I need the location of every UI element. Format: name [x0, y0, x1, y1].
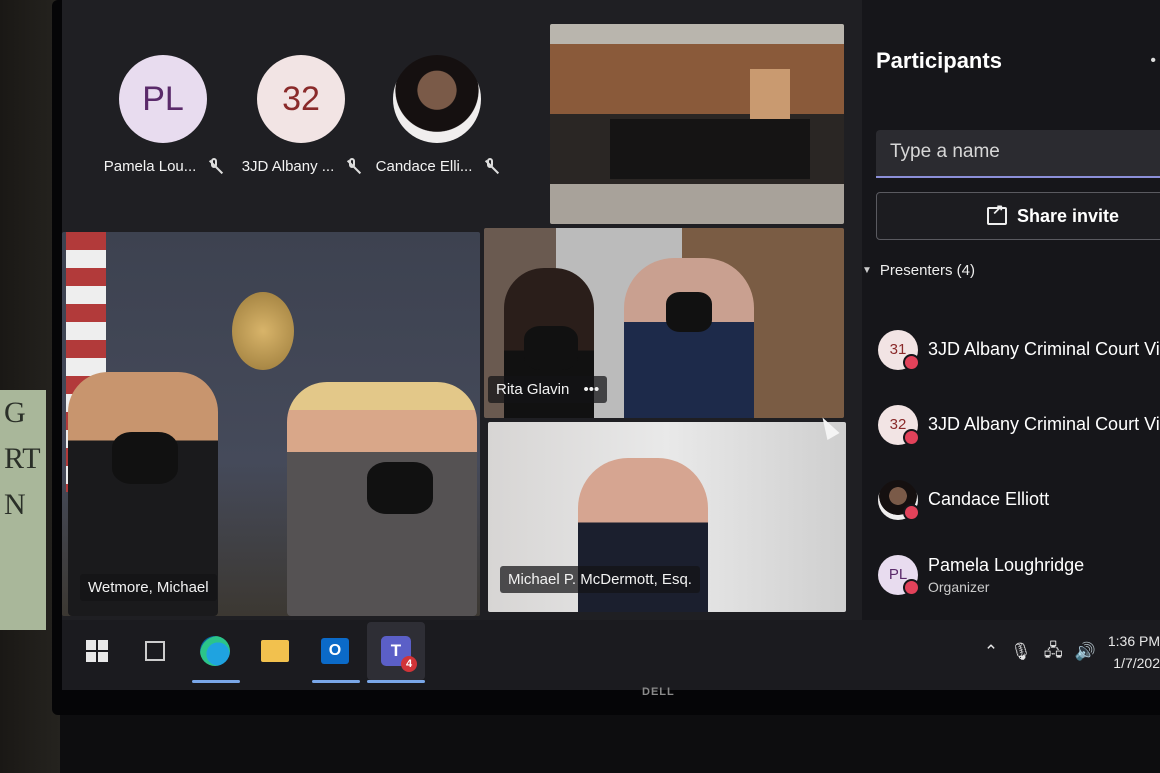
face-mask	[112, 432, 178, 484]
avatar-name: 3JD Albany ...	[241, 157, 335, 175]
mic-off-icon	[344, 157, 360, 175]
courtroom-bench	[610, 119, 810, 179]
mcdermott-video-tile[interactable]: Michael P. McDermott, Esq.	[488, 422, 846, 612]
mic-off-icon	[482, 157, 498, 175]
presenters-section-toggle[interactable]: ▼ Presenters (4)	[862, 262, 975, 279]
file-explorer-icon[interactable]	[260, 636, 290, 666]
status-dot	[903, 353, 920, 371]
participant-row[interactable]: Candace Elliott	[878, 462, 1160, 537]
clock[interactable]: 1:36 PM 1/7/202	[1108, 630, 1160, 674]
poster-letter: RT	[4, 442, 41, 475]
poster-letter: G	[4, 396, 26, 429]
system-tray: ⌃ 🎙 🖧 🔊 1:36 PM 1/7/202	[984, 630, 1160, 674]
face-mask	[524, 326, 578, 370]
search-field[interactable]	[876, 130, 1160, 178]
microphone-icon[interactable]: 🎙	[1010, 642, 1032, 662]
courtroom-door	[750, 69, 790, 124]
share-invite-button[interactable]: Share invite	[876, 192, 1160, 240]
participant-name: Pamela Loughridge	[928, 554, 1085, 575]
participant-row[interactable]: 32 3JD Albany Criminal Court Vi...	[878, 387, 1160, 462]
outlook-icon[interactable]: O	[320, 636, 350, 666]
participant-list: 31 3JD Albany Criminal Court Vi... 32 3J…	[878, 312, 1160, 612]
courtroom-video-tile[interactable]	[550, 24, 844, 224]
avatar-initials: 32	[889, 416, 907, 433]
participant-name: 3JD Albany Criminal Court Vi...	[928, 414, 1160, 434]
running-indicator	[312, 680, 360, 683]
participants-panel: Participants • Share invite ▼ Presenters…	[862, 0, 1160, 620]
teams-icon[interactable]: T 4	[367, 622, 425, 680]
participant-name: Rita Glavin	[496, 381, 570, 398]
avatar: 31	[878, 329, 920, 371]
office-video-tile[interactable]: Wetmore, Michael	[62, 232, 480, 616]
share-icon	[987, 201, 1007, 225]
poster-letter: N	[4, 488, 26, 521]
volume-icon[interactable]: 🔊	[1075, 642, 1096, 662]
running-indicator	[192, 680, 240, 683]
teams-letter: T	[390, 641, 402, 660]
avatar-name: Pamela Lou...	[103, 157, 197, 175]
caret-down-icon: ▼	[862, 265, 872, 276]
participant-man	[624, 258, 754, 418]
presenters-label: Presenters (4)	[879, 262, 975, 279]
face-mask	[367, 462, 433, 514]
avatar: PL	[878, 554, 920, 596]
avatar-tile-pamela[interactable]: PL Pamela Lou...	[98, 55, 228, 175]
outlook-letter: O	[321, 638, 349, 664]
rita-video-tile[interactable]: Rita Glavin •••	[484, 228, 844, 418]
windows-start-icon[interactable]	[82, 636, 112, 666]
wall-poster: G RT N	[0, 390, 46, 630]
participant-woman	[287, 382, 477, 616]
participant-name-label: Michael P. McDermott, Esq.	[500, 566, 700, 593]
status-dot	[903, 578, 920, 596]
county-seal	[232, 292, 294, 370]
edge-browser-icon[interactable]	[200, 636, 230, 666]
more-options-icon[interactable]: •	[1150, 52, 1156, 70]
network-icon[interactable]: 🖧	[1044, 638, 1063, 667]
meeting-stage: PL Pamela Lou... 32 3JD Albany ... Canda…	[62, 0, 862, 620]
panel-title: Participants	[876, 48, 1002, 73]
avatar: 32	[257, 55, 345, 143]
avatar-photo	[878, 479, 920, 521]
status-dot	[903, 503, 920, 521]
avatar-photo	[393, 55, 481, 143]
avatar: PL	[119, 55, 207, 143]
participant-role: Organizer	[928, 578, 990, 595]
chevron-up-icon[interactable]: ⌃	[984, 642, 998, 662]
clock-time: 1:36 PM	[1107, 633, 1160, 649]
search-input[interactable]	[888, 140, 1152, 164]
active-indicator	[367, 680, 425, 683]
participant-row[interactable]: PL Pamela Loughridge Organizer	[878, 537, 1160, 612]
clock-date: 1/7/202	[1113, 655, 1160, 671]
participant-name-label: Rita Glavin •••	[488, 376, 608, 403]
participant-name: 3JD Albany Criminal Court Vi...	[928, 339, 1160, 359]
teams-window: PL Pamela Lou... 32 3JD Albany ... Canda…	[62, 0, 1160, 690]
participant-row[interactable]: 31 3JD Albany Criminal Court Vi...	[878, 312, 1160, 387]
room-wall	[0, 0, 60, 773]
status-dot	[903, 428, 920, 446]
avatar-initials: 31	[889, 341, 907, 358]
notification-badge: 4	[401, 656, 417, 672]
participant-name-label: Wetmore, Michael	[80, 574, 217, 601]
task-view-icon[interactable]	[140, 636, 170, 666]
face-mask	[666, 292, 712, 332]
windows-taskbar: O T 4 ⌃ 🎙 🖧 🔊 1:36 PM 1/7/202	[62, 620, 1160, 690]
more-options-icon[interactable]: •••	[584, 381, 600, 398]
avatar-name: Candace Elli...	[375, 157, 473, 175]
mic-off-icon	[206, 157, 222, 175]
avatar-tile-candace[interactable]: Candace Elli...	[372, 55, 502, 175]
participant-name: Candace Elliott	[928, 489, 1050, 509]
share-invite-label: Share invite	[1017, 205, 1120, 226]
avatar-initials: PL	[888, 566, 908, 583]
monitor-brand-logo: DELL	[642, 686, 675, 698]
avatar: 32	[878, 404, 920, 446]
avatar-tile-3jd-albany[interactable]: 32 3JD Albany ...	[236, 55, 366, 175]
